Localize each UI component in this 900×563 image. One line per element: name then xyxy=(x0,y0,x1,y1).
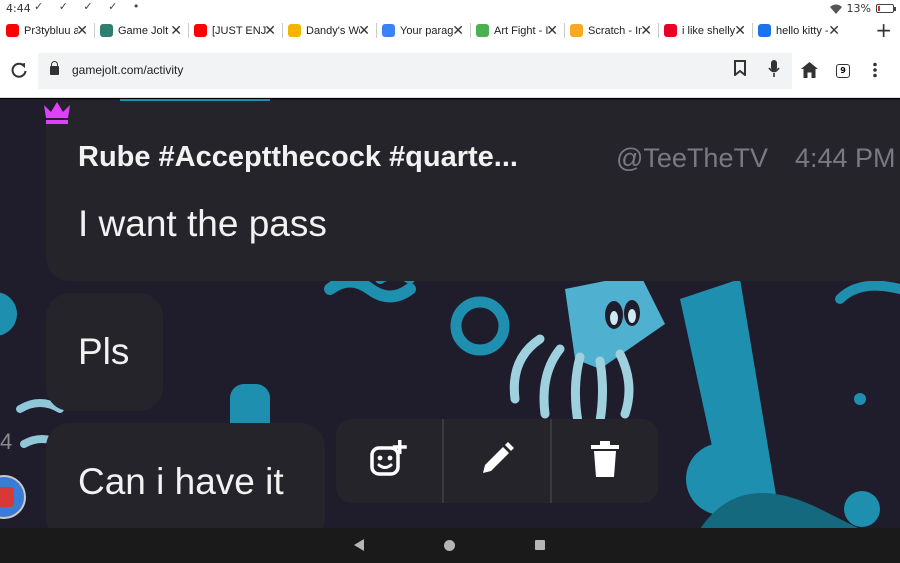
bookmark-icon[interactable] xyxy=(734,60,746,80)
sticker-add-icon xyxy=(368,438,410,484)
message-handle[interactable]: @TeeTheTV xyxy=(616,143,768,174)
browser-tab[interactable]: i like shelly ✕ xyxy=(658,17,752,44)
message-text: I want the pass xyxy=(78,203,327,244)
side-count: 4 xyxy=(0,429,13,454)
app-icon xyxy=(382,24,395,37)
close-icon[interactable]: ✕ xyxy=(452,22,464,39)
close-icon[interactable]: ✕ xyxy=(358,22,370,39)
message-actions xyxy=(336,419,658,503)
lock-icon[interactable] xyxy=(50,61,59,75)
microphone-icon[interactable] xyxy=(768,60,780,81)
trash-icon xyxy=(588,439,622,483)
close-icon[interactable]: ✕ xyxy=(76,22,88,39)
browser-tab[interactable]: Your parag ✕ xyxy=(376,17,470,44)
new-tab-button[interactable]: + xyxy=(875,17,892,44)
pencil-icon xyxy=(477,439,517,483)
tab-label: Dandy's Wo xyxy=(306,24,360,37)
close-icon[interactable]: ✕ xyxy=(170,22,182,39)
bubble-text: Pls xyxy=(78,331,130,372)
tab-label: Art Fight - I xyxy=(494,24,548,37)
browser-tab[interactable]: Game Jolt ✕ xyxy=(94,17,188,44)
battery-icon xyxy=(876,4,896,13)
crown-icon xyxy=(40,99,74,125)
home-nav-icon[interactable] xyxy=(444,540,455,551)
chat-bubble[interactable]: Can i have it xyxy=(46,423,325,528)
browser-tab[interactable]: Dandy's Wo ✕ xyxy=(282,17,376,44)
scratch-icon xyxy=(570,24,583,37)
add-reaction-button[interactable] xyxy=(336,419,442,503)
browser-tab[interactable]: hello kitty - ✕ xyxy=(752,17,846,44)
tab-label: Your parag xyxy=(400,24,454,37)
home-icon[interactable] xyxy=(801,62,818,82)
menu-icon[interactable] xyxy=(872,62,878,82)
tab-label: [JUST ENJ xyxy=(212,24,266,37)
tab-label: i like shelly xyxy=(682,24,736,37)
status-right: 13% xyxy=(829,2,896,15)
browser-tab[interactable]: Art Fight - I ✕ xyxy=(470,17,564,44)
close-icon[interactable]: ✕ xyxy=(734,22,746,39)
message-author[interactable]: Rube #Acceptthecock #quarte... xyxy=(78,141,518,174)
reload-icon[interactable] xyxy=(10,61,28,82)
pinterest-icon xyxy=(664,24,677,37)
tab-label: Pr3tybluu a xyxy=(24,24,78,37)
browser-tab[interactable]: Pr3tybluu a ✕ xyxy=(0,17,94,44)
fandom-icon xyxy=(288,24,301,37)
wifi-icon xyxy=(829,4,842,14)
edit-button[interactable] xyxy=(442,419,550,503)
tab-label: Game Jolt xyxy=(118,24,169,37)
recents-icon[interactable] xyxy=(535,540,545,550)
status-time: 4:44 xyxy=(6,2,31,15)
tab-label: hello kitty - xyxy=(776,24,829,37)
back-icon[interactable] xyxy=(354,539,364,551)
close-icon[interactable]: ✕ xyxy=(640,22,652,39)
youtube-icon xyxy=(6,24,19,37)
close-icon[interactable]: ✕ xyxy=(546,22,558,39)
tab-strip: Pr3tybluu a ✕ Game Jolt ✕ [JUST ENJ ✕ Dandy's … xyxy=(0,17,900,44)
message-time: 4:44 PM xyxy=(795,143,896,173)
close-icon[interactable]: ✕ xyxy=(828,22,840,39)
close-icon[interactable]: ✕ xyxy=(264,22,276,39)
bubble-text: Can i have it xyxy=(78,461,284,502)
omnibox[interactable]: gamejolt.com/activity xyxy=(38,53,792,89)
address-bar: gamejolt.com/activity 9 xyxy=(0,44,900,98)
url-text[interactable]: gamejolt.com/activity xyxy=(72,63,183,77)
chat-bubble[interactable]: Pls xyxy=(46,293,163,411)
delete-button[interactable] xyxy=(550,419,658,503)
status-bar: 4:44 ✓ ✓ ✓ ✓ • 13% xyxy=(0,0,900,17)
system-nav-bar xyxy=(0,528,900,563)
youtube-icon xyxy=(194,24,207,37)
notification-icons: ✓ ✓ ✓ ✓ • xyxy=(34,0,146,13)
battery-percent: 13% xyxy=(846,2,871,15)
tab-label: Scratch - Im xyxy=(588,24,642,37)
browser-tab[interactable]: Scratch - Im ✕ xyxy=(564,17,658,44)
gamejolt-icon xyxy=(100,24,113,37)
tab-switcher-button[interactable]: 9 xyxy=(836,64,850,78)
artfight-icon xyxy=(476,24,489,37)
app-icon xyxy=(758,24,771,37)
message-card[interactable]: Rube #Acceptthecock #quarte... @TeeTheTV… xyxy=(46,101,900,281)
chat-view[interactable]: Rube #Acceptthecock #quarte... @TeeTheTV… xyxy=(0,99,900,528)
browser-tab[interactable]: [JUST ENJ ✕ xyxy=(188,17,282,44)
